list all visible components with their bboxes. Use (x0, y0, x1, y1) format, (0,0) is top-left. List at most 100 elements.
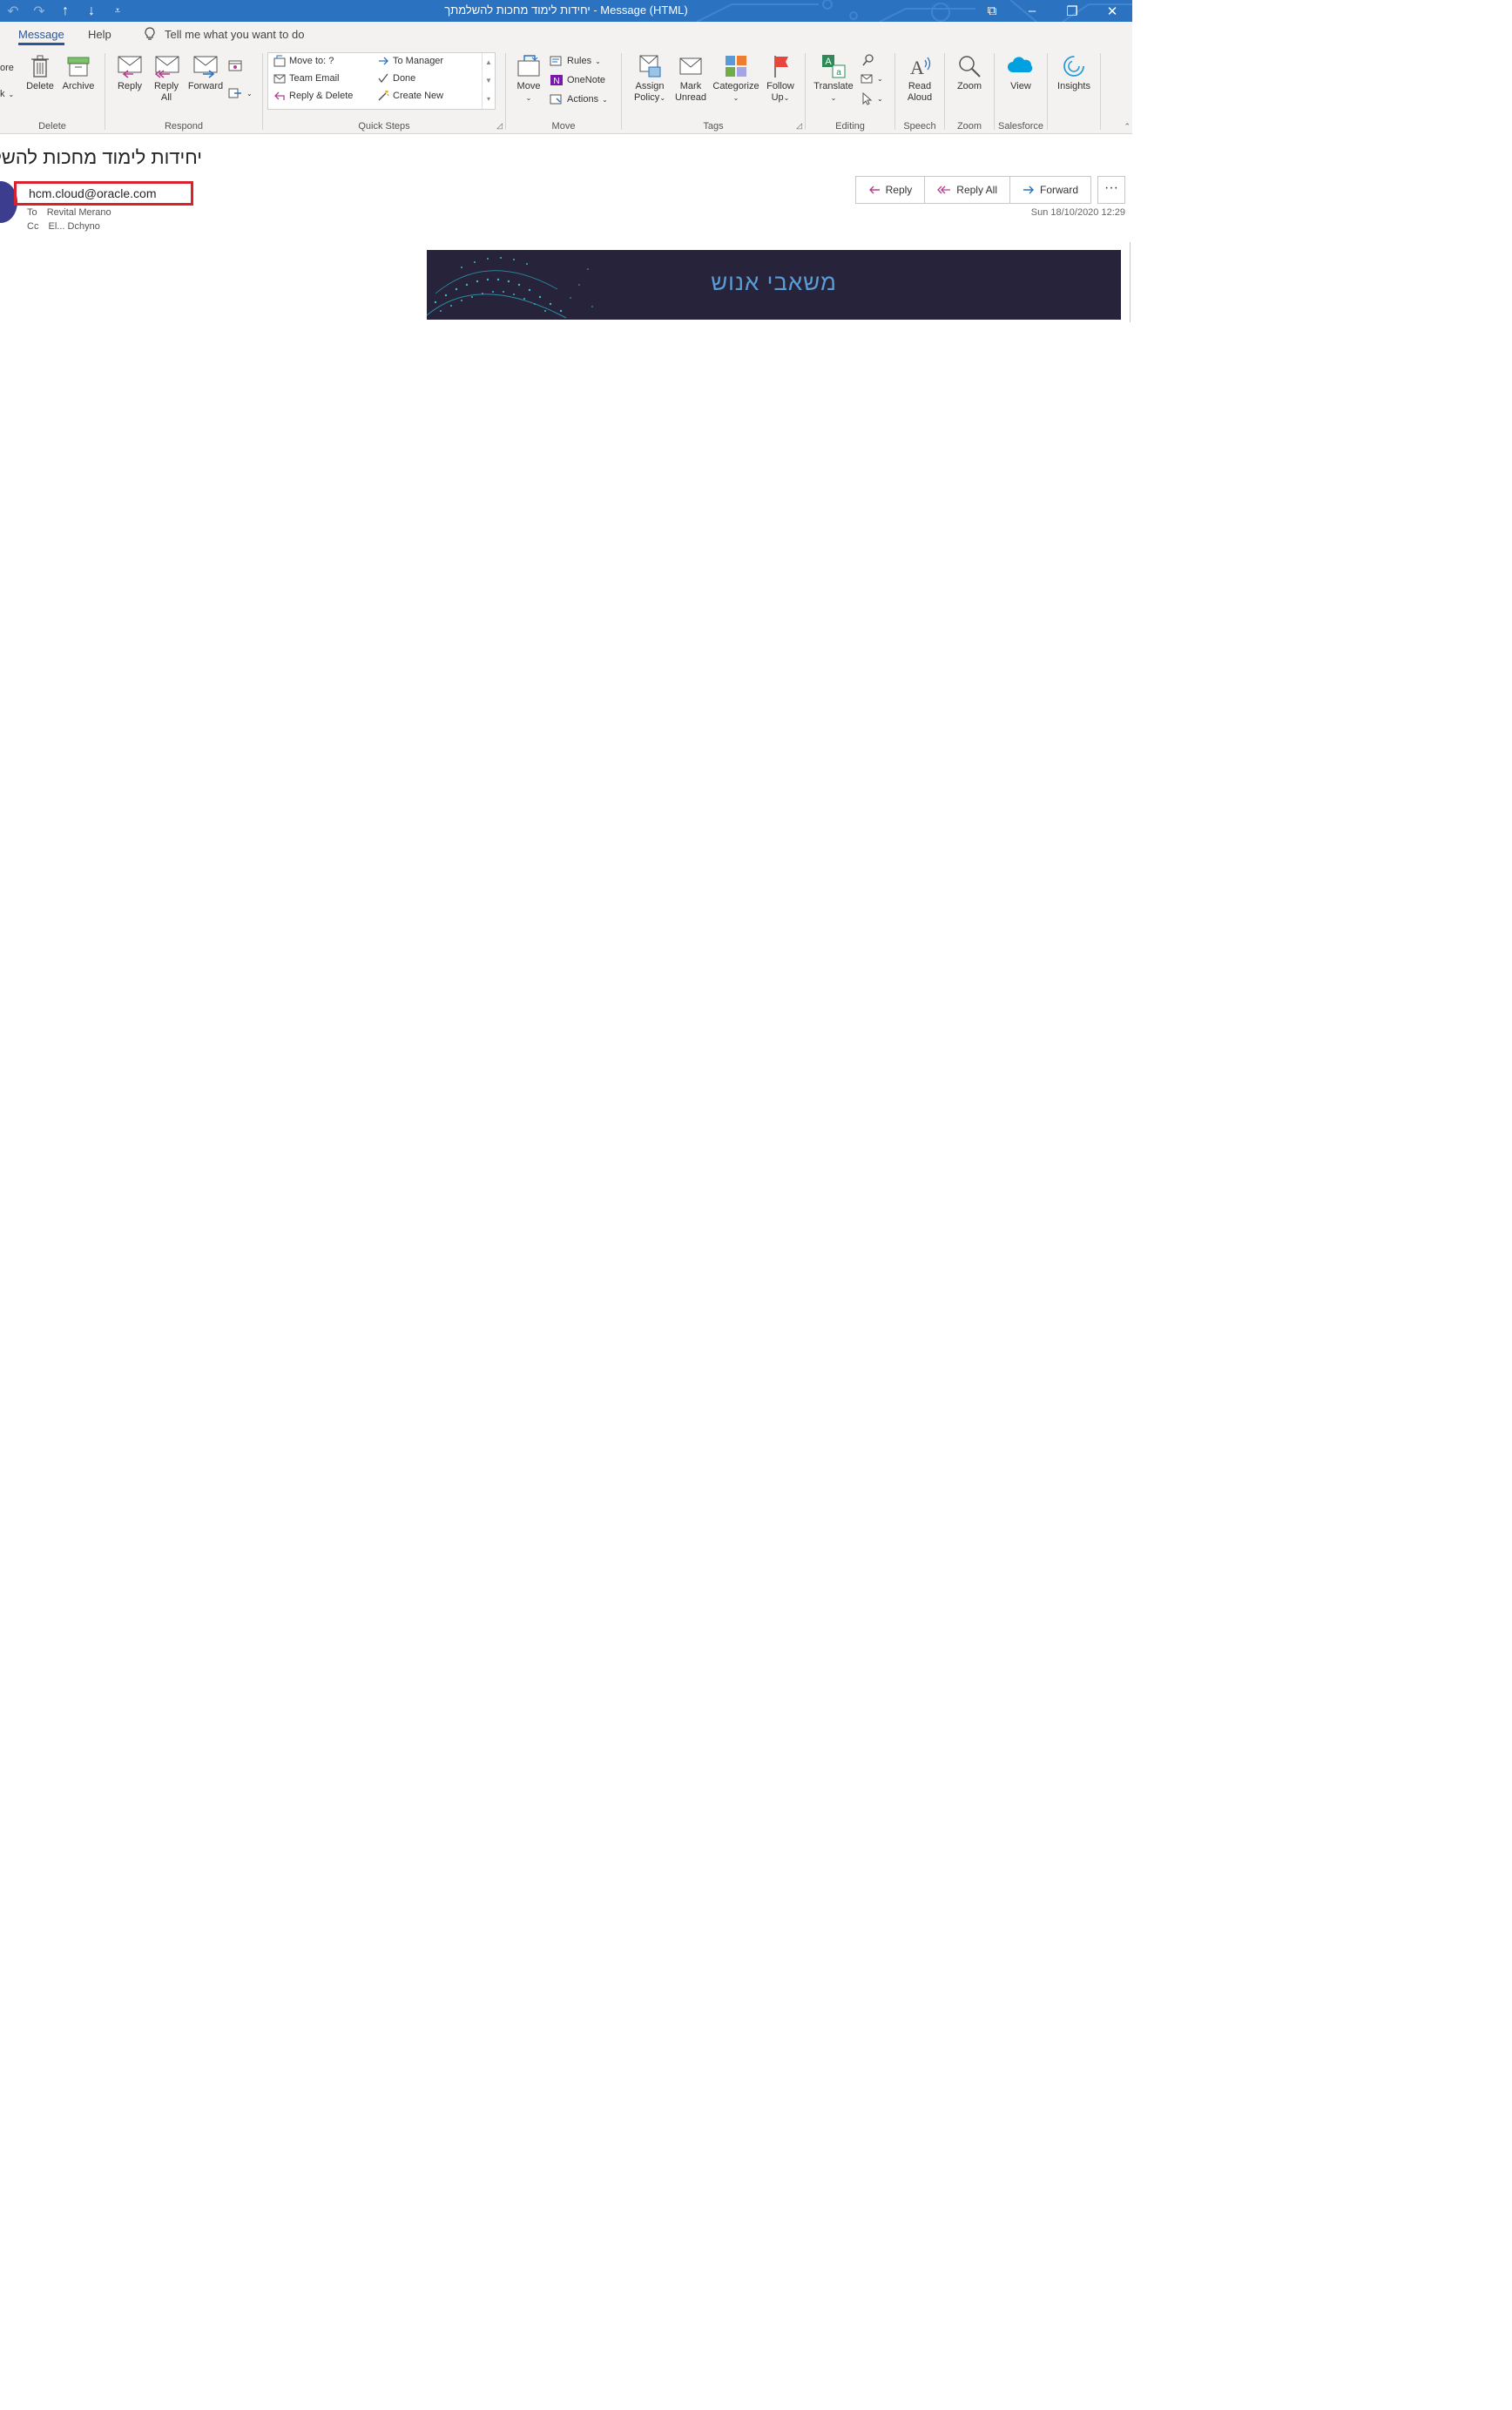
group-move: Move ⌄ Rules ⌄ N OneNote Actions ⌄ Move (506, 50, 621, 133)
collapse-ribbon-icon[interactable]: ⌃ (1124, 122, 1131, 132)
gallery-more-icon[interactable]: ▾ (483, 90, 495, 108)
group-salesforce-label: Salesforce (998, 121, 1043, 132)
categorize-button[interactable]: Categorize ⌄ (711, 53, 761, 104)
delete-button[interactable]: Delete (24, 53, 56, 92)
reply-all-button[interactable]: Reply All (149, 53, 184, 104)
quickstep-create-new[interactable]: Create New (377, 90, 443, 102)
meeting-reply-icon (228, 60, 242, 71)
to-recipient[interactable]: Revital Merano (47, 207, 111, 218)
delete-label: Delete (26, 81, 54, 91)
scroll-down-icon[interactable]: ▼ (483, 71, 495, 90)
onenote-button[interactable]: N OneNote (550, 74, 605, 86)
scroll-up-icon[interactable]: ▲ (483, 53, 495, 71)
assign-policy-label-2: Policy (633, 92, 660, 103)
quickstep-to-manager[interactable]: To Manager (377, 55, 443, 67)
find-button[interactable] (861, 53, 875, 67)
checkmark-icon (378, 73, 388, 84)
cc-recipients[interactable]: El... Dchyno (49, 221, 100, 232)
chevron-down-icon: ⌄ (830, 94, 837, 102)
actions-icon (550, 94, 562, 105)
mark-unread-button[interactable]: Mark Unread (672, 53, 709, 104)
reply-all-label-2: All (160, 92, 172, 103)
dialog-launcher-icon[interactable]: ◿ (496, 121, 503, 131)
magic-wand-icon (378, 91, 389, 101)
categorize-icon (726, 56, 746, 77)
rules-button[interactable]: Rules ⌄ (550, 55, 601, 67)
reply-all-icon (937, 186, 951, 194)
tab-message[interactable]: Message (18, 28, 64, 45)
forward-label: Forward (1039, 184, 1078, 196)
more-respond-button[interactable]: ⌄ (227, 86, 253, 100)
magnifier-icon (959, 56, 981, 78)
email-banner-image: משאבי אנוש (427, 250, 1121, 320)
follow-up-label-2: Up (771, 92, 784, 103)
dialog-launcher-icon[interactable]: ◿ (796, 121, 802, 131)
banner-title: משאבי אנוש (711, 269, 837, 295)
ribbon-display-icon[interactable]: ⧉ (972, 0, 1012, 22)
reply-all-label: Reply All (956, 184, 997, 196)
svg-text:A: A (825, 57, 832, 67)
zoom-button[interactable]: Zoom (950, 53, 989, 92)
reply-button[interactable]: Reply (112, 53, 147, 92)
salesforce-cloud-icon (1008, 57, 1033, 72)
svg-text:a: a (836, 68, 841, 78)
gallery-scrollbar[interactable]: ▲ ▼ ▾ (482, 53, 495, 109)
envelope-icon (273, 74, 286, 84)
quickstep-done[interactable]: Done (377, 72, 415, 84)
group-delete: ore k ⌄ Delete Archive Delete (0, 50, 105, 133)
title-bar: ↶ ↷ ↑ ↓ ⩡ יחידות לימוד מחכות להשלמתך - M… (0, 0, 1132, 22)
forward-button[interactable]: Forward (1010, 177, 1090, 203)
quickstep-label: Team Email (289, 73, 340, 84)
archive-label: Archive (62, 81, 95, 91)
insights-button[interactable]: Insights (1051, 53, 1097, 92)
actions-button[interactable]: Actions ⌄ (550, 93, 608, 105)
quick-steps-gallery: Move to: ? Team Email Reply & Delete To … (267, 52, 496, 110)
quickstep-move-to[interactable]: Move to: ? (273, 55, 334, 67)
lightbulb-icon (145, 27, 155, 40)
sender-address[interactable]: hcm.cloud@oracle.com (14, 181, 193, 206)
restore-icon[interactable]: ❐ (1052, 0, 1092, 22)
read-aloud-button[interactable]: A Read Aloud (901, 53, 939, 104)
translate-icon: Aa (822, 55, 846, 78)
assign-policy-icon (639, 55, 661, 78)
group-salesforce: View Salesforce (995, 50, 1047, 133)
archive-icon (67, 57, 90, 77)
rules-icon (550, 56, 562, 66)
move-button[interactable]: Move ⌄ (513, 53, 544, 104)
quickstep-team-email[interactable]: Team Email (273, 72, 339, 84)
assign-policy-button[interactable]: Assign Policy⌄ (631, 53, 669, 104)
related-button[interactable]: ⌄ (860, 72, 883, 84)
reading-pane-scrollbar-edge (1130, 242, 1131, 322)
tell-me-search[interactable]: Tell me what you want to do (144, 27, 304, 41)
forward-icon (1023, 186, 1034, 194)
salesforce-view-button[interactable]: View (1003, 53, 1038, 92)
reply-button[interactable]: Reply (856, 177, 926, 203)
view-label: View (1010, 81, 1031, 91)
reply-icon (118, 56, 142, 78)
more-actions-button[interactable]: ··· (1097, 176, 1125, 204)
minimize-icon[interactable]: – (1012, 0, 1052, 22)
translate-button[interactable]: Aa Translate ⌄ (811, 53, 856, 104)
ignore-button[interactable]: ore (0, 63, 14, 73)
reply-label: Reply (117, 81, 143, 91)
reply-all-button[interactable]: Reply All (925, 177, 1010, 203)
close-icon[interactable]: ✕ (1092, 0, 1132, 22)
chevron-down-icon: ⌄ (732, 94, 739, 102)
follow-up-button[interactable]: Follow Up⌄ (761, 53, 800, 104)
forward-button[interactable]: Forward (186, 53, 226, 92)
window-controls: ⧉ – ❐ ✕ (972, 0, 1132, 22)
quickstep-reply-delete[interactable]: Reply & Delete (273, 90, 353, 102)
related-icon (861, 74, 873, 84)
group-zoom-label: Zoom (956, 121, 982, 132)
forward-label: Forward (187, 81, 224, 91)
meeting-reply-button[interactable] (227, 58, 243, 72)
insights-label: Insights (1057, 81, 1090, 91)
tab-help[interactable]: Help (88, 28, 111, 41)
cc-label: Cc (27, 221, 39, 232)
archive-button[interactable]: Archive (59, 53, 98, 92)
mark-unread-label-1: Mark (679, 81, 702, 91)
reply-all-label-1: Reply (153, 81, 179, 91)
junk-button[interactable]: k ⌄ (0, 89, 14, 99)
select-button[interactable]: ⌄ (860, 91, 883, 105)
group-insights: Insights (1048, 50, 1100, 133)
